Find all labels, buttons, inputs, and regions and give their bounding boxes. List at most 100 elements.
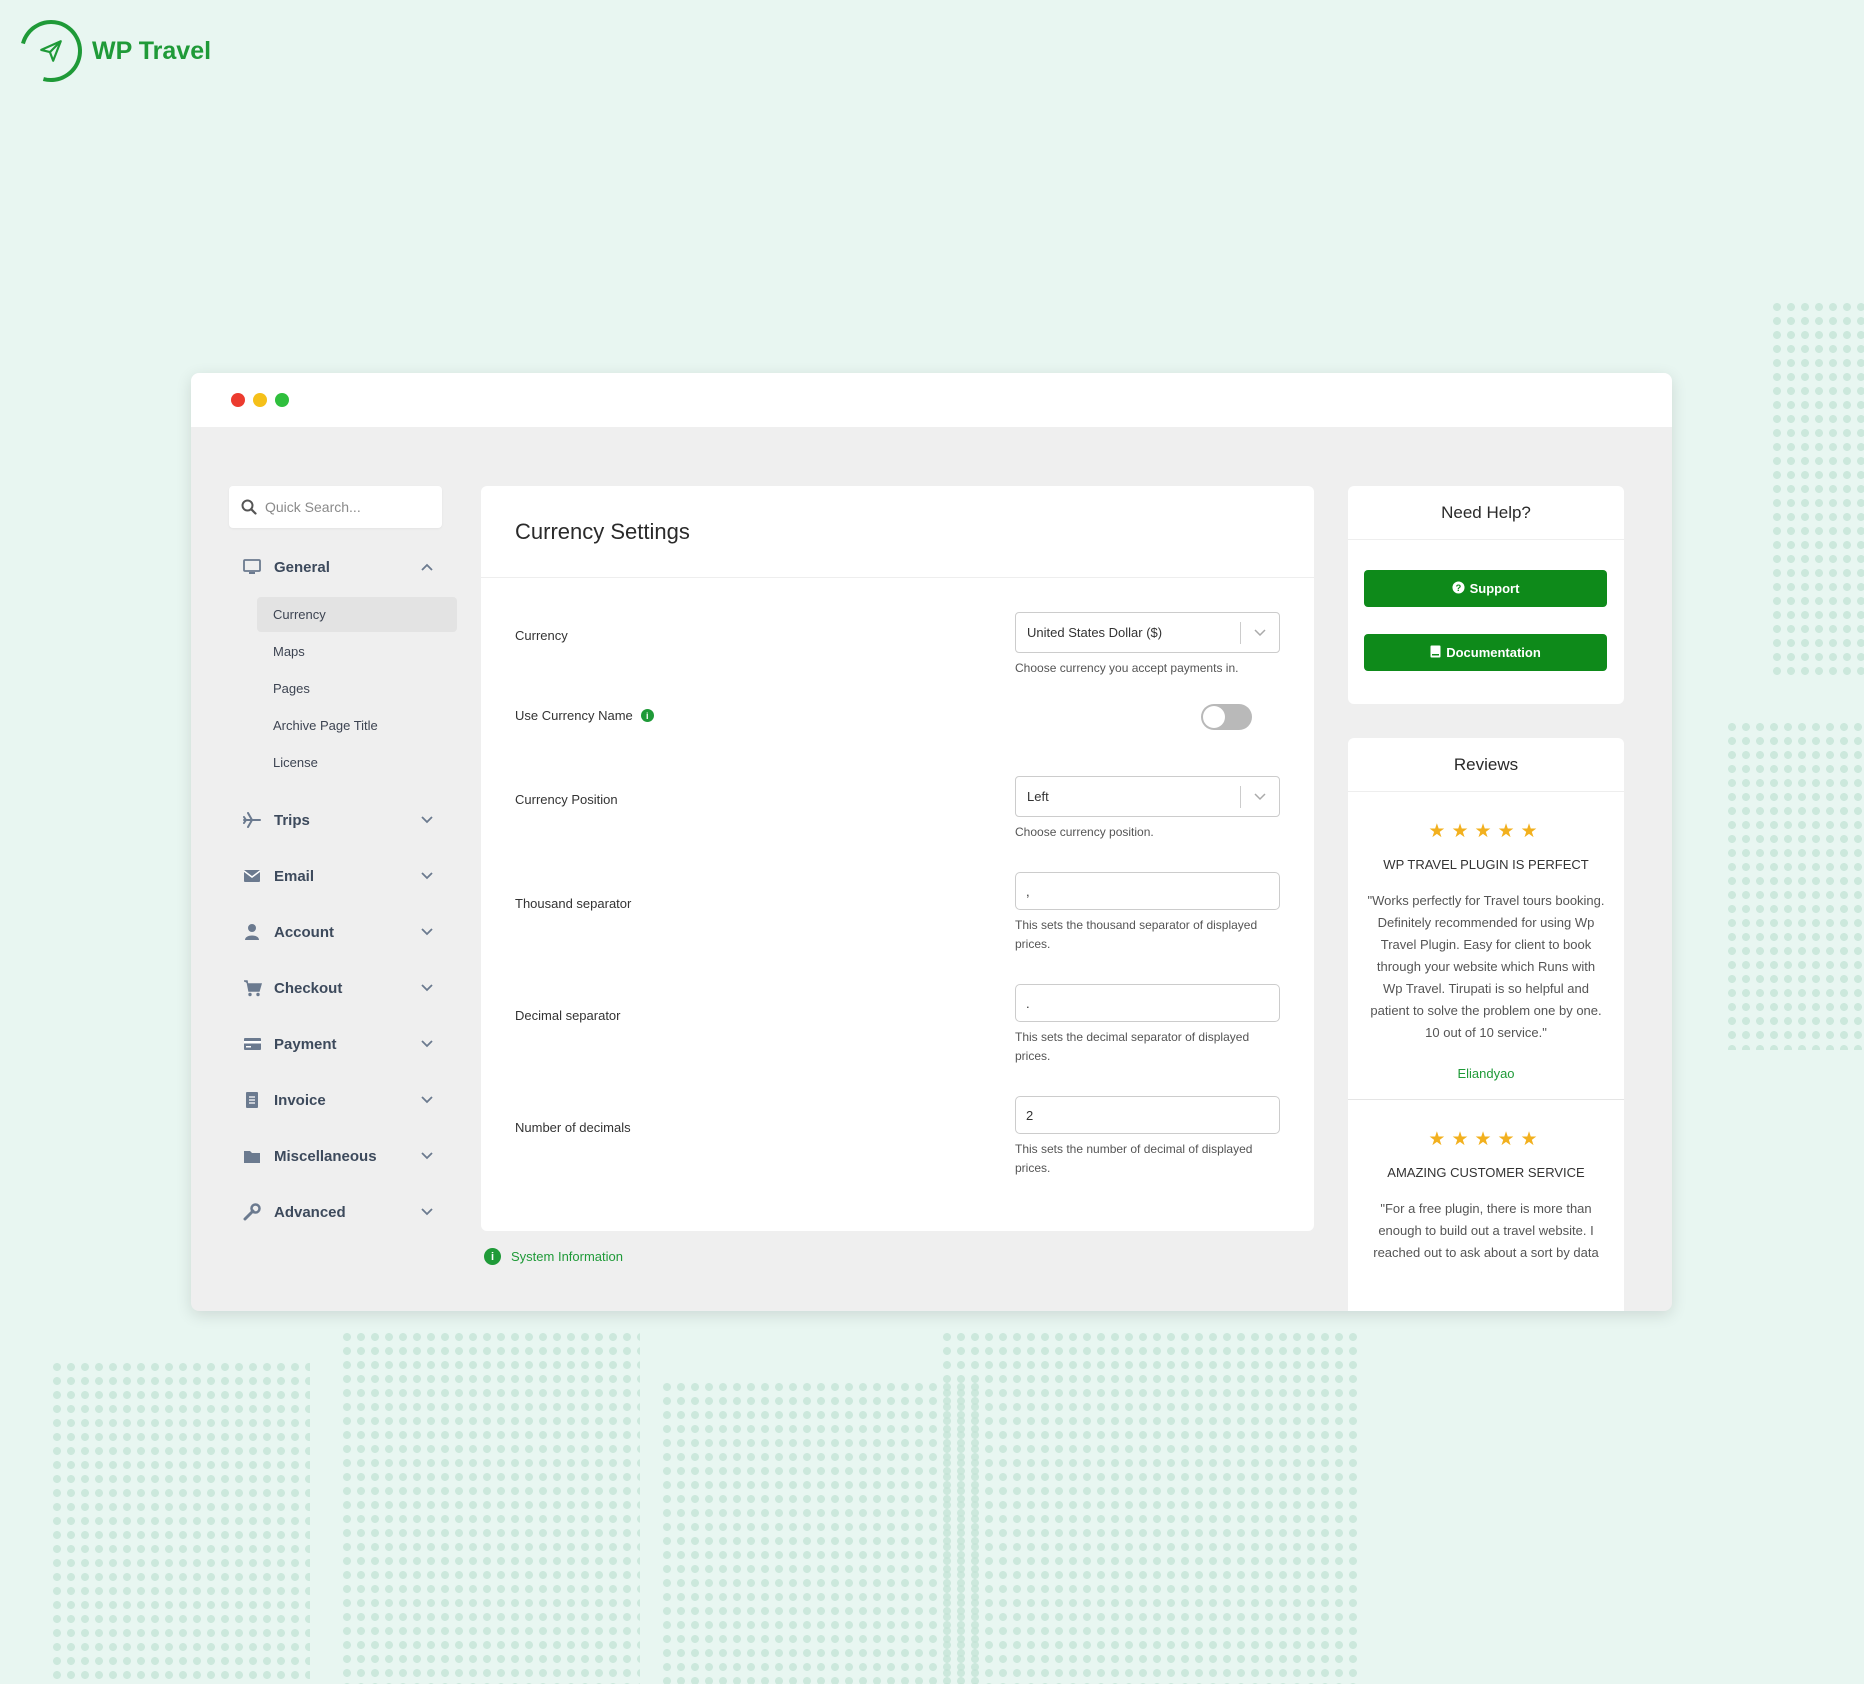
currency-select[interactable]: United States Dollar ($) — [1015, 612, 1280, 653]
chevron-up-icon — [421, 560, 433, 574]
chevron-down-icon — [421, 1149, 433, 1163]
maximize-window-dot[interactable] — [275, 393, 289, 407]
need-help-title: Need Help? — [1348, 486, 1624, 540]
currency-select-value: United States Dollar ($) — [1027, 625, 1163, 640]
documentation-button-label: Documentation — [1446, 645, 1541, 660]
currency-position-value: Left — [1027, 789, 1049, 804]
sidebar-group-label: Payment — [274, 1035, 337, 1053]
dot-pattern — [340, 1330, 640, 1684]
cart-icon — [240, 979, 264, 997]
minimize-window-dot[interactable] — [253, 393, 267, 407]
star-rating-icon: ★★★★★ — [1428, 1129, 1544, 1150]
sidebar-group-payment[interactable]: Payment — [229, 1016, 449, 1072]
sidebar-group-general[interactable]: General — [229, 539, 449, 595]
envelope-icon — [240, 869, 264, 883]
review-body: "Works perfectly for Travel tours bookin… — [1367, 893, 1605, 1040]
sidebar-item-currency[interactable]: Currency — [257, 597, 457, 632]
sidebar-group-invoice[interactable]: Invoice — [229, 1072, 449, 1128]
folder-icon — [240, 1149, 264, 1164]
currency-position-hint: Choose currency position. — [1015, 825, 1154, 839]
reviews-box: Reviews ★★★★★ WP TRAVEL PLUGIN IS PERFEC… — [1348, 738, 1624, 1311]
brand-name: WP Travel — [92, 36, 212, 65]
sidebar-group-label: Checkout — [274, 979, 343, 997]
sidebar-group-advanced[interactable]: Advanced — [229, 1184, 449, 1240]
sidebar-group-label: Advanced — [274, 1203, 346, 1221]
sidebar-item-license[interactable]: License — [257, 745, 457, 780]
review-body: "For a free plugin, there is more than e… — [1373, 1201, 1599, 1260]
plane-icon — [240, 812, 264, 828]
wrench-icon — [240, 1203, 264, 1221]
sidebar-group-label: Trips — [274, 811, 310, 829]
review-item: ★★★★★ WP TRAVEL PLUGIN IS PERFECT "Works… — [1348, 792, 1624, 1099]
decimal-separator-control: This sets the decimal separator of displ… — [1015, 984, 1280, 1066]
sidebar-item-archive-page-title[interactable]: Archive Page Title — [257, 708, 457, 743]
settings-sidebar: General Currency Maps Pages Archive Page… — [229, 539, 457, 1240]
chevron-down-icon — [1241, 626, 1279, 640]
search-input[interactable] — [265, 499, 435, 515]
quick-search[interactable] — [229, 486, 442, 528]
currency-hint: Choose currency you accept payments in. — [1015, 661, 1239, 675]
chevron-down-icon — [421, 813, 433, 827]
chevron-down-icon — [421, 1037, 433, 1051]
sidebar-group-miscellaneous[interactable]: Miscellaneous — [229, 1128, 449, 1184]
sidebar-group-label: Invoice — [274, 1091, 326, 1109]
monitor-icon — [240, 559, 264, 575]
review-title: WP TRAVEL PLUGIN IS PERFECT — [1383, 857, 1589, 872]
paper-plane-logo-icon — [8, 8, 94, 94]
number-of-decimals-input[interactable] — [1015, 1096, 1280, 1134]
app-window: General Currency Maps Pages Archive Page… — [191, 373, 1672, 1311]
chevron-down-icon — [421, 925, 433, 939]
sidebar-group-trips[interactable]: Trips — [229, 792, 449, 848]
dot-pattern — [1725, 720, 1864, 1050]
thousand-separator-input[interactable] — [1015, 872, 1280, 910]
dot-pattern — [50, 1360, 310, 1680]
question-circle-icon: ? — [1452, 580, 1465, 597]
use-currency-name-label: Use Currency Name — [515, 708, 633, 723]
book-icon — [1430, 645, 1441, 661]
review-item: ★★★★★ AMAZING CUSTOMER SERVICE "For a fr… — [1348, 1100, 1624, 1264]
chevron-down-icon — [421, 1093, 433, 1107]
dot-pattern — [1770, 300, 1864, 680]
brand-logo: WP Travel — [8, 8, 212, 94]
decimal-separator-input[interactable] — [1015, 984, 1280, 1022]
support-button[interactable]: ? Support — [1364, 570, 1607, 607]
decimal-separator-hint: This sets the decimal separator of displ… — [1015, 1030, 1250, 1063]
sidebar-group-label: Miscellaneous — [274, 1147, 377, 1165]
sidebar-group-label: Email — [274, 867, 315, 885]
sidebar-group-checkout[interactable]: Checkout — [229, 960, 449, 1016]
currency-position-label: Currency Position — [515, 792, 618, 807]
close-window-dot[interactable] — [231, 393, 245, 407]
svg-text:?: ? — [1455, 582, 1461, 592]
need-help-box: Need Help? ? Support Documentation — [1348, 486, 1624, 704]
sidebar-group-account[interactable]: Account — [229, 904, 449, 960]
currency-settings-card: Currency Settings Currency United States… — [481, 486, 1314, 1231]
toggle-knob — [1203, 706, 1225, 728]
number-of-decimals-control: This sets the number of decimal of displ… — [1015, 1096, 1280, 1178]
info-icon[interactable]: i — [640, 709, 654, 722]
number-of-decimals-hint: This sets the number of decimal of displ… — [1015, 1142, 1253, 1175]
page-title: Currency Settings — [481, 486, 1314, 578]
currency-position-control: Left Choose currency position. — [1015, 776, 1280, 842]
support-button-label: Support — [1469, 581, 1520, 596]
sidebar-item-maps[interactable]: Maps — [257, 634, 457, 669]
invoice-icon — [240, 1091, 264, 1109]
currency-control: United States Dollar ($) Choose currency… — [1015, 612, 1280, 678]
currency-position-select[interactable]: Left — [1015, 776, 1280, 817]
star-rating-icon: ★★★★★ — [1428, 821, 1544, 842]
currency-label: Currency — [515, 628, 568, 643]
number-of-decimals-label: Number of decimals — [515, 1120, 631, 1135]
sidebar-group-label: Account — [274, 923, 334, 941]
chevron-down-icon — [421, 869, 433, 883]
search-icon — [241, 499, 257, 515]
chevron-down-icon — [1241, 790, 1279, 804]
system-information-link[interactable]: i System Information — [484, 1248, 623, 1265]
sidebar-item-pages[interactable]: Pages — [257, 671, 457, 706]
review-author: Eliandyao — [1457, 1066, 1515, 1081]
sidebar-group-email[interactable]: Email — [229, 848, 449, 904]
dot-pattern — [660, 1380, 980, 1684]
documentation-button[interactable]: Documentation — [1364, 634, 1607, 671]
use-currency-name-toggle[interactable] — [1201, 704, 1252, 730]
credit-card-icon — [240, 1037, 264, 1051]
thousand-separator-label: Thousand separator — [515, 896, 632, 911]
chevron-down-icon — [421, 1205, 433, 1219]
